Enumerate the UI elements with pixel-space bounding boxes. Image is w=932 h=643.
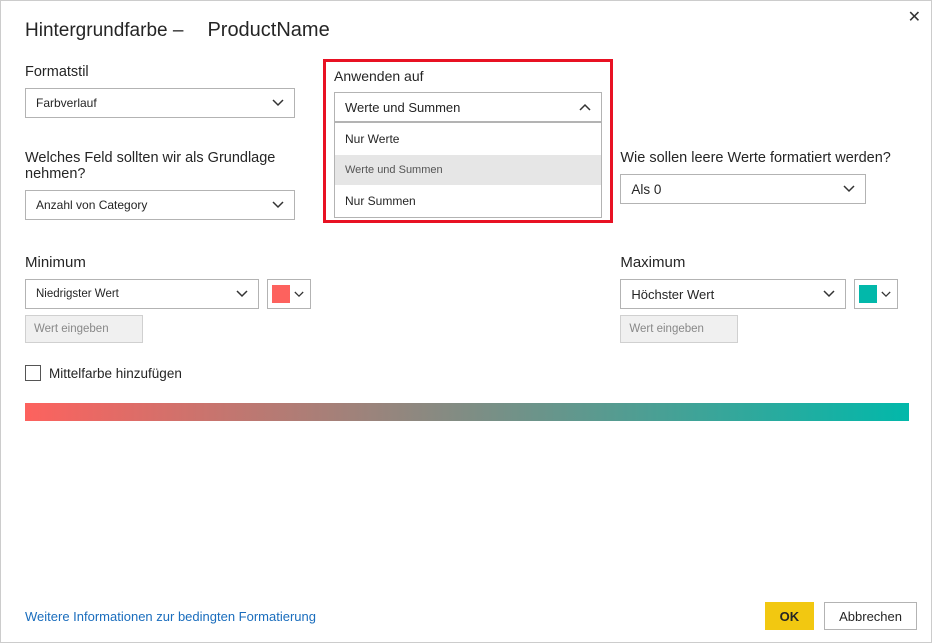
- chevron-down-icon: [272, 99, 284, 107]
- learn-more-link[interactable]: Weitere Informationen zur bedingten Form…: [25, 609, 316, 624]
- add-middle-label: Mittelfarbe hinzufügen: [49, 366, 182, 381]
- minimum-mode-value: Niedrigster Wert: [36, 288, 119, 300]
- chevron-down-icon: [236, 290, 248, 298]
- format-style-label: Formatstil: [25, 64, 327, 80]
- base-field-value: Anzahl von Category: [36, 198, 147, 212]
- apply-to-option[interactable]: Werte und Summen: [335, 155, 601, 185]
- format-style-value: Farbverlauf: [36, 96, 97, 110]
- apply-to-dropdown: Nur Werte Werte und Summen Nur Summen: [334, 122, 602, 218]
- maximum-mode-select[interactable]: Höchster Wert: [620, 279, 846, 309]
- ok-button[interactable]: OK: [765, 602, 815, 630]
- maximum-value-input[interactable]: Wert eingeben: [620, 315, 738, 343]
- chevron-up-icon: [579, 103, 591, 111]
- apply-to-label: Anwenden auf: [334, 68, 602, 84]
- minimum-label: Minimum: [25, 254, 312, 271]
- chevron-down-icon: [272, 201, 284, 209]
- maximum-label: Maximum: [620, 254, 907, 271]
- apply-to-value: Werte und Summen: [345, 100, 460, 115]
- maximum-mode-value: Höchster Wert: [631, 287, 714, 302]
- minimum-mode-select[interactable]: Niedrigster Wert: [25, 279, 259, 309]
- chevron-down-icon: [823, 290, 835, 298]
- close-icon[interactable]: ✕: [908, 7, 921, 27]
- apply-to-select[interactable]: Werte und Summen: [334, 92, 602, 122]
- maximum-color-picker[interactable]: [854, 279, 898, 309]
- maximum-color-swatch: [859, 285, 877, 303]
- ok-label: OK: [780, 609, 800, 624]
- add-middle-checkbox[interactable]: [25, 365, 41, 381]
- apply-to-option[interactable]: Nur Werte: [335, 123, 601, 155]
- empty-values-value: Als 0: [631, 182, 661, 197]
- dialog-title: Hintergrundfarbe – ProductName: [25, 19, 907, 42]
- empty-values-label: Wie sollen leere Werte formatiert werden…: [620, 150, 907, 166]
- minimum-value-input[interactable]: Wert eingeben: [25, 315, 143, 343]
- chevron-down-icon: [881, 291, 891, 298]
- apply-to-highlight: Anwenden auf Werte und Summen Nur Werte …: [323, 59, 613, 223]
- base-field-label: Welches Feld sollten wir als Grundlage n…: [25, 150, 312, 182]
- chevron-down-icon: [294, 291, 304, 298]
- title-field: ProductName: [207, 19, 329, 42]
- gradient-preview: [25, 403, 909, 421]
- apply-to-option[interactable]: Nur Summen: [335, 185, 601, 217]
- title-prefix: Hintergrundfarbe –: [25, 20, 183, 42]
- format-style-select[interactable]: Farbverlauf: [25, 88, 295, 118]
- cancel-label: Abbrechen: [839, 609, 902, 624]
- empty-values-select[interactable]: Als 0: [620, 174, 866, 204]
- cancel-button[interactable]: Abbrechen: [824, 602, 917, 630]
- base-field-select[interactable]: Anzahl von Category: [25, 190, 295, 220]
- chevron-down-icon: [843, 185, 855, 193]
- maximum-placeholder: Wert eingeben: [629, 323, 704, 335]
- minimum-color-picker[interactable]: [267, 279, 311, 309]
- minimum-color-swatch: [272, 285, 290, 303]
- minimum-placeholder: Wert eingeben: [34, 323, 109, 335]
